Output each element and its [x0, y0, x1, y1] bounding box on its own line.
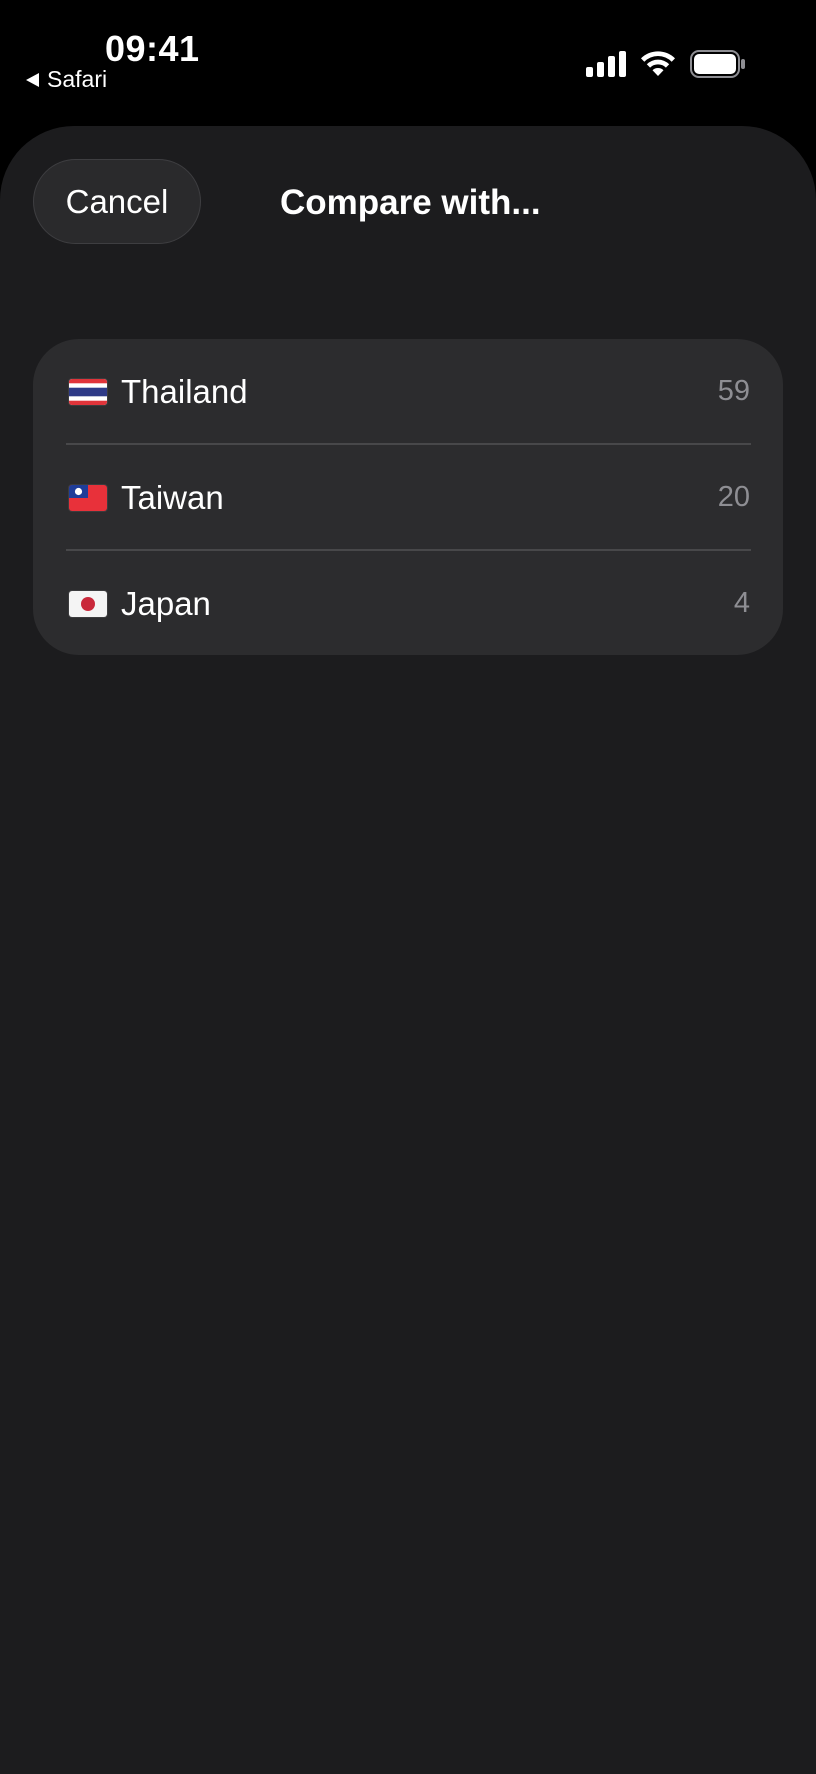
wifi-icon [641, 51, 675, 76]
back-to-app-button[interactable]: Safari [26, 66, 107, 93]
taiwan-flag-icon [69, 484, 107, 511]
japan-flag-icon [69, 590, 107, 617]
list-item-japan[interactable]: Japan 4 [33, 551, 783, 655]
country-count: 59 [717, 375, 750, 407]
battery-icon [690, 50, 745, 78]
sheet-title: Compare with... [280, 183, 541, 222]
country-list: Thailand 59 Taiwan 20 Japan 4 [33, 339, 783, 655]
country-name: Thailand [121, 372, 248, 410]
cellular-signal-icon [586, 51, 626, 77]
country-name: Taiwan [121, 478, 224, 516]
list-item-thailand[interactable]: Thailand 59 [33, 339, 783, 444]
country-name: Japan [121, 584, 211, 622]
list-item-taiwan[interactable]: Taiwan 20 [33, 445, 783, 550]
compare-sheet: Cancel Compare with... Thailand 59 Taiwa… [0, 126, 816, 1774]
cancel-button[interactable]: Cancel [33, 159, 201, 244]
status-bar: 09:41 Safari [0, 0, 816, 126]
thailand-flag-icon [69, 378, 107, 405]
status-time: 09:41 [105, 28, 200, 69]
status-icons [586, 50, 746, 78]
country-count: 20 [717, 481, 750, 513]
back-app-label: Safari [47, 66, 108, 92]
country-count: 4 [733, 587, 750, 619]
back-arrow-icon [26, 72, 39, 87]
